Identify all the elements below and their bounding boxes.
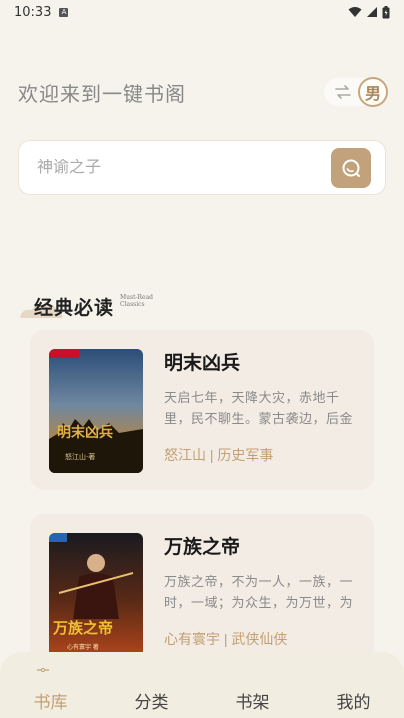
section-title: 经典必读 — [34, 297, 115, 319]
book-author: 心有寰宇 — [164, 631, 220, 647]
bottom-nav: 书库 分类 书架 我的 — [0, 652, 404, 718]
book-cover-art: 万族之帝 心有寰宇 著 — [49, 533, 143, 657]
section-subtitle: Must-Read Classics — [120, 294, 154, 308]
book-cover[interactable]: 万族之帝 心有寰宇 著 — [49, 533, 143, 657]
cover-author: 心有寰宇 著 — [67, 643, 99, 651]
header: 欢迎来到一键书阁 男 — [18, 74, 388, 110]
cover-title: 万族之帝 — [52, 619, 113, 637]
book-cover-art: 明末凶兵 怒江山·著 — [49, 349, 143, 473]
book-cover[interactable]: 明末凶兵 怒江山·著 — [49, 349, 143, 473]
book-card[interactable]: 万族之帝 心有寰宇 著 万族之帝 万族之帝，不为一人，一族，一时，一域；为众生，… — [30, 514, 374, 674]
cover-author: 怒江山·著 — [65, 452, 95, 461]
book-title[interactable]: 明末凶兵 — [164, 348, 360, 375]
book-author: 怒江山 — [164, 447, 206, 463]
status-left: 10:33 A — [14, 4, 69, 20]
book-description: 天启七年，天降大灾，赤地千里，民不聊生。蒙古袭边，后金 — [164, 390, 354, 426]
section-heading: 经典必读 Must-Read Classics — [18, 286, 160, 320]
gender-button[interactable]: 男 — [358, 77, 388, 107]
book-title[interactable]: 万族之帝 — [164, 532, 360, 559]
status-time: 10:33 — [14, 4, 52, 20]
nav-tab-profile[interactable]: 我的 — [314, 688, 394, 713]
book-info: 万族之帝 万族之帝，不为一人，一族，一时，一域；为众生，为万世，为 心有寰宇 |… — [164, 532, 360, 649]
book-category: 历史军事 — [217, 447, 274, 463]
swap-arrows-icon — [335, 85, 351, 99]
search-button[interactable] — [331, 147, 371, 188]
status-bar: 10:33 A — [0, 0, 404, 24]
status-right — [348, 5, 390, 19]
search-icon — [342, 159, 360, 177]
wifi-icon — [348, 7, 362, 17]
book-card[interactable]: 明末凶兵 怒江山·著 明末凶兵 天启七年，天降大灾，赤地千里，民不聊生。蒙古袭边… — [30, 330, 374, 490]
gender-toggle[interactable]: 男 — [324, 77, 388, 107]
active-indicator-icon — [37, 667, 49, 673]
cover-title: 明末凶兵 — [57, 424, 113, 441]
nav-tab-categories[interactable]: 分类 — [112, 688, 192, 713]
book-meta: 心有寰宇 | 武侠仙侠 — [164, 629, 360, 649]
notification-icon: A — [59, 7, 69, 17]
book-meta: 怒江山 | 历史军事 — [164, 445, 360, 465]
nav-tab-bookshelf[interactable]: 书架 — [213, 688, 293, 713]
battery-icon — [382, 5, 390, 18]
book-category: 武侠仙侠 — [231, 631, 288, 647]
book-description: 万族之帝，不为一人，一族，一时，一域；为众生，为万世，为 — [164, 574, 354, 610]
welcome-text: 欢迎来到一键书阁 — [18, 81, 186, 106]
search-input[interactable] — [37, 158, 331, 177]
nav-tab-library[interactable]: 书库 — [11, 688, 91, 713]
search-bar — [18, 140, 386, 195]
signal-icon — [367, 7, 377, 17]
book-info: 明末凶兵 天启七年，天降大灾，赤地千里，民不聊生。蒙古袭边，后金 怒江山 | 历… — [164, 348, 360, 465]
